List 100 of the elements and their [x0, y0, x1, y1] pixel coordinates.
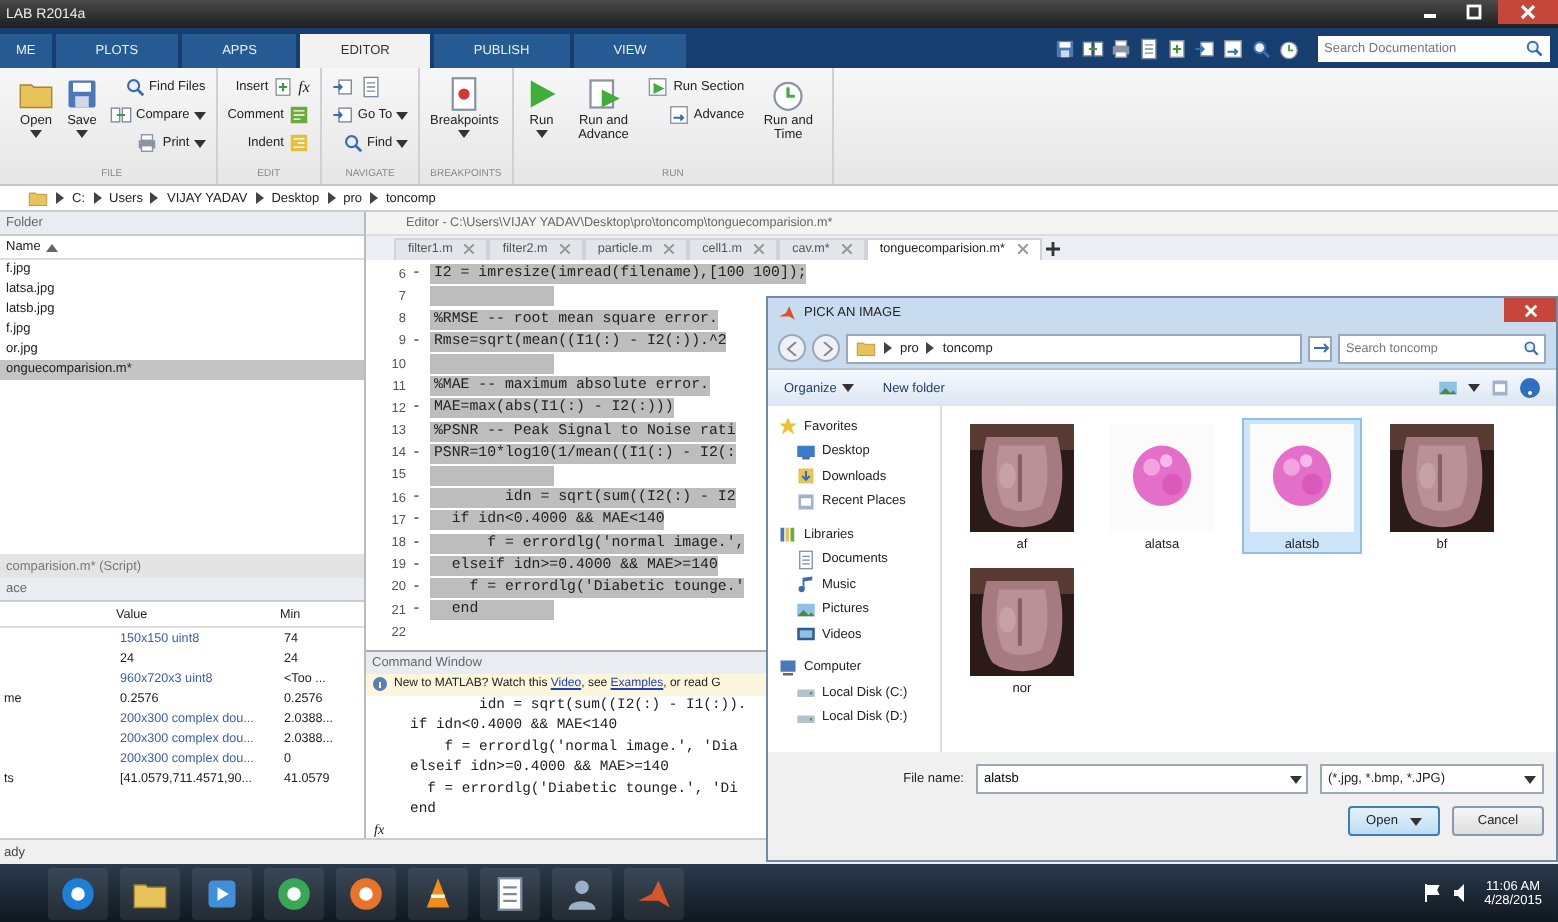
taskbar-button[interactable]: [192, 867, 252, 919]
maximize-icon: [1466, 4, 1482, 20]
run-time-icon: [1278, 37, 1300, 59]
chevron-icon: [369, 192, 378, 204]
app-icon: [778, 304, 796, 322]
chevron-icon: [56, 192, 64, 204]
close-icon: [464, 244, 475, 255]
save-icon: [1054, 37, 1076, 59]
refresh-icon: [1311, 341, 1329, 355]
forward-icon: [819, 341, 833, 355]
play-icon: [204, 875, 240, 911]
music-icon: [796, 574, 816, 595]
pictures-icon: [796, 599, 816, 620]
run-time-icon: [770, 76, 807, 112]
goto-icon: [1194, 37, 1216, 59]
save-icon: [64, 76, 100, 112]
chevron-icon: [926, 342, 935, 354]
places-icon: [796, 491, 816, 512]
print-icon: [1110, 37, 1132, 59]
pictures-icon: [1438, 378, 1458, 398]
chevron-icon: [327, 192, 336, 204]
taskbar-button[interactable]: [408, 867, 468, 919]
caret-icon: [842, 384, 855, 392]
caret-icon: [458, 130, 471, 138]
close-button[interactable]: [1504, 298, 1556, 322]
document-icon: [359, 76, 382, 98]
caret-icon: [1468, 384, 1480, 392]
sort-icon: [46, 243, 59, 251]
chevron-icon: [150, 192, 159, 204]
caret-icon: [1409, 817, 1422, 825]
search-icon: [123, 76, 146, 98]
close-icon: [754, 244, 765, 255]
caret-icon: [1524, 775, 1536, 783]
folder-icon: [856, 338, 876, 358]
print-icon: [136, 132, 159, 154]
taskbar-button[interactable]: [480, 867, 540, 919]
browser-icon: [348, 875, 384, 911]
document-icon: [796, 549, 816, 570]
places-icon: [1490, 378, 1510, 398]
add-tab-button[interactable]: [1041, 237, 1065, 260]
close-icon: [1523, 303, 1537, 317]
goto-icon: [331, 76, 354, 98]
flag-icon: [1424, 884, 1443, 902]
browser-icon: [60, 875, 96, 911]
search-icon: [1522, 339, 1540, 357]
chevron-icon: [93, 192, 101, 204]
search-icon: [341, 132, 363, 154]
taskbar-button[interactable]: [48, 867, 108, 919]
chevron-icon: [255, 192, 264, 204]
videos-icon: [796, 624, 816, 645]
people-icon: [564, 875, 600, 911]
goto-icon: [331, 104, 354, 126]
comment-icon: [287, 104, 310, 126]
forward-button[interactable]: [812, 334, 840, 362]
chevron-icon: [884, 342, 892, 354]
caret-icon: [396, 139, 409, 147]
insert-icon: [1166, 37, 1188, 59]
help-icon: [1520, 378, 1540, 398]
caret-icon: [1290, 775, 1302, 783]
compare-icon: [1082, 37, 1104, 59]
plus-icon: [1046, 241, 1060, 256]
document-icon: [1138, 37, 1160, 59]
compare-icon: [110, 104, 132, 126]
caret-icon: [535, 130, 548, 138]
refresh-button[interactable]: [1308, 335, 1332, 361]
search-icon: [1524, 38, 1544, 58]
run-advance-icon: [585, 76, 622, 112]
advance-icon: [1222, 37, 1244, 59]
info-icon: [372, 676, 388, 693]
indent-icon: [287, 132, 310, 154]
taskbar-button[interactable]: [264, 867, 324, 919]
caret-icon: [193, 111, 206, 119]
run-section-icon: [647, 76, 670, 98]
insert-icon: [272, 76, 295, 98]
desktop-icon: [796, 441, 816, 462]
close-button[interactable]: [1498, 0, 1558, 24]
taskbar-button[interactable]: [120, 867, 180, 919]
caret-icon: [76, 130, 88, 138]
taskbar-button[interactable]: [552, 867, 612, 919]
close-icon: [1520, 4, 1536, 20]
caret-icon: [30, 130, 42, 138]
close-icon: [559, 244, 570, 255]
close-icon: [664, 244, 675, 255]
app-icon: [636, 875, 672, 911]
taskbar-button[interactable]: [336, 867, 396, 919]
close-icon: [841, 244, 852, 255]
document-icon: [492, 875, 528, 911]
function-glyph: fx: [298, 78, 310, 96]
browser-icon: [276, 875, 312, 911]
star-icon: [778, 416, 798, 437]
search-icon: [1250, 37, 1272, 59]
download-icon: [796, 466, 816, 487]
caret-icon: [193, 139, 206, 147]
close-icon: [1017, 244, 1027, 255]
library-icon: [778, 524, 798, 545]
computer-icon: [778, 657, 798, 678]
back-icon: [785, 341, 799, 355]
back-button[interactable]: [778, 334, 806, 362]
advance-icon: [667, 104, 690, 126]
caret-icon: [396, 111, 409, 119]
